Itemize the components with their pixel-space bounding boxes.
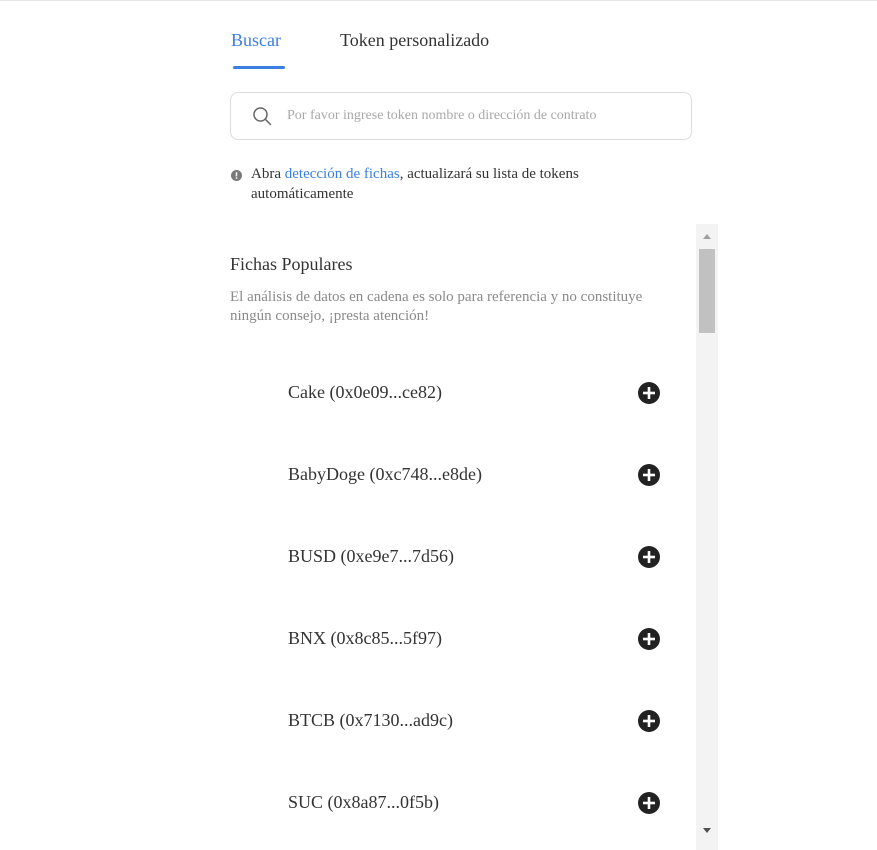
add-circle-icon[interactable] (638, 464, 660, 486)
section-description: El análisis de datos en cadena es solo p… (230, 289, 643, 324)
search-box (230, 92, 692, 140)
add-circle-icon[interactable] (638, 792, 660, 814)
tab-search[interactable]: Buscar (231, 30, 281, 51)
token-item: SUC (0x8a87...0f5b) (230, 784, 690, 824)
info-icon (231, 170, 242, 181)
notice-prefix: Abra (251, 166, 285, 182)
section-title: Fichas Populares (230, 254, 353, 274)
token-item: BTCB (0x7130...ad9c) (230, 702, 690, 742)
active-tab-indicator (233, 66, 285, 69)
token-item: BNX (0x8c85...5f97) (230, 620, 690, 660)
search-icon (253, 107, 272, 126)
add-circle-icon[interactable] (638, 546, 660, 568)
notice-line2: automáticamente (251, 186, 354, 202)
token-item: Cake (0x0e09...ce82) (230, 374, 690, 414)
token-name: BTCB (0x7130...ad9c) (288, 710, 453, 730)
token-name: BNX (0x8c85...5f97) (288, 628, 442, 648)
popular-tokens-panel: Fichas Populares El análisis de datos en… (230, 224, 718, 850)
token-name: BUSD (0xe9e7...7d56) (288, 546, 454, 566)
scrollbar-thumb[interactable] (699, 249, 715, 333)
notice-suffix: , actualizará su lista de tokens (399, 166, 579, 182)
scroll-up-arrow-icon[interactable] (703, 234, 711, 239)
top-divider (0, 0, 877, 1)
add-circle-icon[interactable] (638, 382, 660, 404)
scroll-down-arrow-icon[interactable] (703, 828, 711, 833)
search-input[interactable] (287, 103, 677, 129)
token-name: BabyDoge (0xc748...e8de) (288, 464, 482, 484)
token-item: BabyDoge (0xc748...e8de) (230, 456, 690, 496)
token-item: BUSD (0xe9e7...7d56) (230, 538, 690, 578)
add-circle-icon[interactable] (638, 628, 660, 650)
tab-custom-token[interactable]: Token personalizado (340, 30, 489, 51)
token-detection-link[interactable]: detección de fichas (285, 166, 400, 182)
scrollbar[interactable] (696, 224, 718, 850)
token-name: Cake (0x0e09...ce82) (288, 382, 442, 402)
add-circle-icon[interactable] (638, 710, 660, 732)
token-name: SUC (0x8a87...0f5b) (288, 792, 439, 812)
